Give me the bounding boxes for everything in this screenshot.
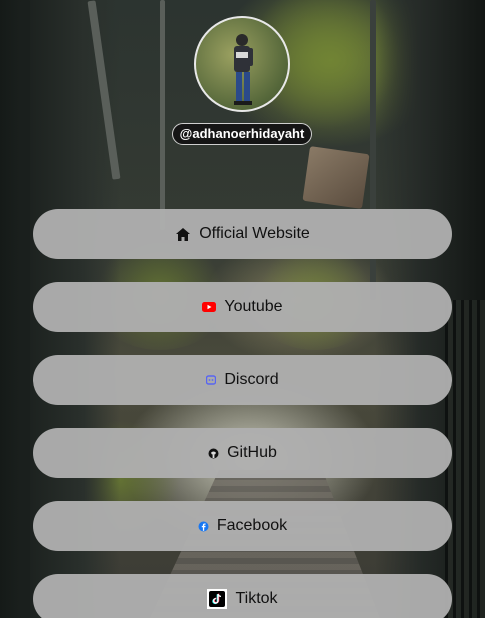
page: @adhanoerhidayaht Official Website Youtu… (0, 0, 485, 618)
link-label: Discord (224, 371, 279, 388)
link-label: GitHub (227, 444, 277, 461)
link-label: Facebook (216, 517, 288, 534)
link-label: Youtube (224, 298, 283, 315)
link-button-official-website[interactable]: Official Website (33, 209, 452, 259)
profile-photo (234, 34, 253, 105)
discord-icon (206, 375, 217, 385)
link-button-discord[interactable]: Discord (33, 355, 452, 405)
link-label: Official Website (199, 225, 310, 242)
facebook-icon (198, 521, 209, 532)
tiktok-icon (207, 589, 228, 609)
link-label: Tiktok (235, 590, 278, 607)
profile-handle: @adhanoerhidayaht (172, 123, 312, 145)
home-icon (175, 227, 191, 242)
github-icon (208, 448, 219, 459)
avatar (194, 16, 290, 112)
youtube-icon (202, 302, 217, 312)
link-button-tiktok[interactable]: Tiktok (33, 574, 452, 618)
link-list: Official Website Youtube Discord GitHub … (33, 209, 452, 618)
link-button-youtube[interactable]: Youtube (33, 282, 452, 332)
link-button-facebook[interactable]: Facebook (33, 501, 452, 551)
link-button-github[interactable]: GitHub (33, 428, 452, 478)
